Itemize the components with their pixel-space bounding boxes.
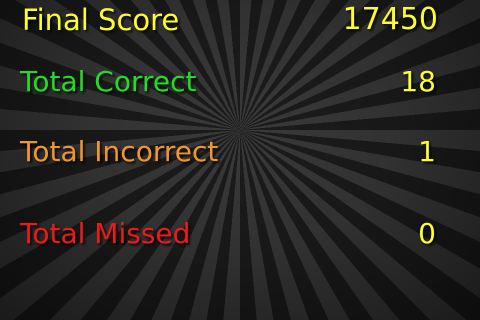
total-missed-row: Total Missed 0	[0, 214, 480, 258]
total-correct-label: Total Correct	[20, 65, 197, 98]
total-incorrect-label: Total Incorrect	[20, 135, 219, 168]
total-correct-value: 18	[400, 65, 436, 98]
total-missed-value: 0	[418, 217, 436, 250]
final-score-row: Final Score 17450	[0, 0, 480, 44]
results-screen: Final Score 17450 Total Correct 18 Total…	[0, 0, 480, 320]
total-correct-row: Total Correct 18	[0, 62, 480, 106]
final-score-value: 17450	[342, 2, 438, 37]
final-score-label: Final Score	[22, 3, 180, 37]
total-incorrect-value: 1	[418, 135, 436, 168]
total-missed-label: Total Missed	[20, 217, 191, 250]
total-incorrect-row: Total Incorrect 1	[0, 132, 480, 176]
